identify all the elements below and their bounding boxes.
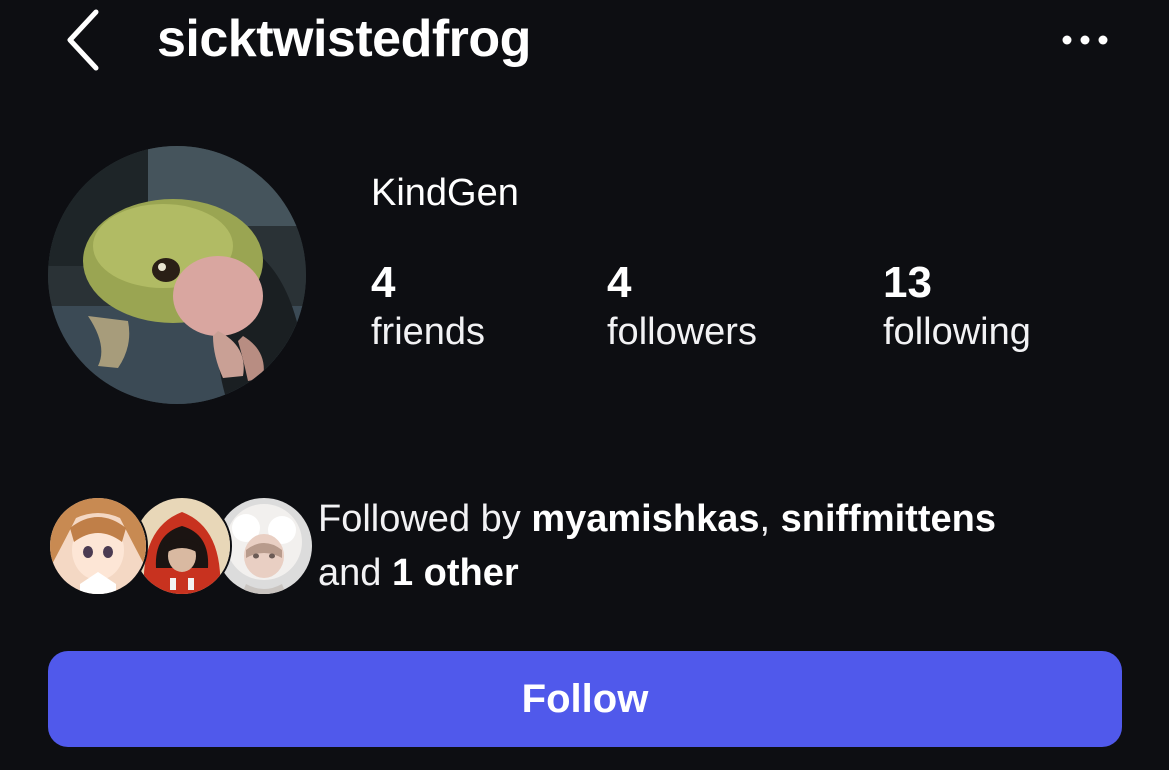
mutual-username[interactable]: sniffmittens [781,498,996,540]
followers-label: followers [607,311,757,353]
friends-stat[interactable]: 4 friends [371,258,485,356]
mutual-followers-avatars[interactable] [48,496,314,596]
followers-stat[interactable]: 4 followers [607,258,757,356]
connector: and [318,552,392,594]
separator: , [759,498,781,540]
friends-count: 4 [371,258,396,307]
follow-button-label: Follow [521,676,649,721]
ellipsis-icon [1062,35,1108,45]
following-label: following [883,311,1031,353]
follow-button[interactable]: Follow [48,651,1122,747]
chevron-left-icon [67,9,99,71]
display-name: KindGen [371,172,519,214]
more-options-button[interactable] [1052,22,1118,58]
following-stat[interactable]: 13 following [883,258,1031,356]
mutual-username[interactable]: myamishkas [531,498,759,540]
profile-username-title: sicktwistedfrog [157,10,531,68]
profile-avatar[interactable] [48,146,306,404]
top-bar: sicktwistedfrog [0,0,1169,90]
others-count[interactable]: 1 other [392,552,519,594]
followed-by-text[interactable]: Followed by myamishkas, sniffmittens and … [318,492,1138,600]
followers-count: 4 [607,258,632,307]
friends-label: friends [371,311,486,353]
back-button[interactable] [58,6,108,72]
followed-by-prefix: Followed by [318,498,532,540]
mutual-avatar [48,496,148,596]
following-count: 13 [883,258,932,307]
